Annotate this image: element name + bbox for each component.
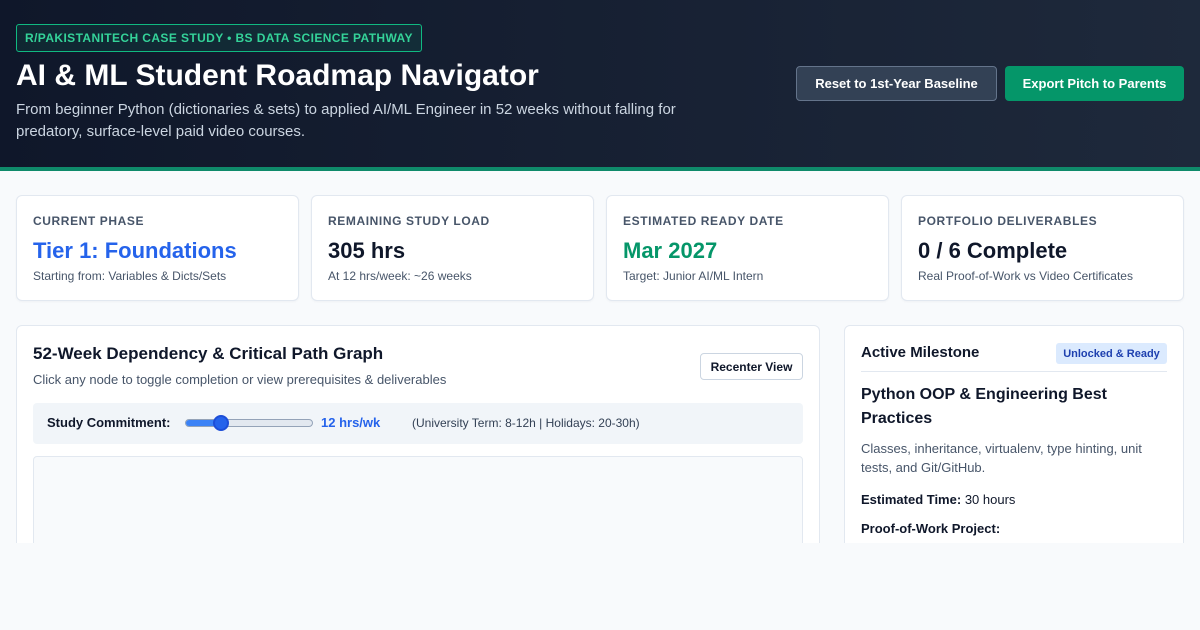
milestone-title: Python OOP & Engineering Best Practices bbox=[861, 386, 1107, 427]
stat-label: CURRENT PHASE bbox=[33, 214, 145, 228]
stat-card-ready-date: ESTIMATED READY DATE Mar 2027 Target: Ju… bbox=[606, 195, 889, 301]
graph-hint: Click any node to toggle completion or v… bbox=[33, 372, 447, 387]
milestone-estimated-time: Estimated Time: 30 hours bbox=[861, 492, 1015, 507]
milestone-description: Classes, inheritance, virtualenv, type h… bbox=[861, 441, 1142, 475]
export-pitch-button[interactable]: Export Pitch to Parents bbox=[1005, 66, 1184, 101]
stat-note: Real Proof-of-Work vs Video Certificates bbox=[918, 269, 1133, 283]
reset-baseline-button[interactable]: Reset to 1st-Year Baseline bbox=[796, 66, 997, 101]
stat-value: Tier 1: Foundations bbox=[33, 238, 237, 263]
study-commitment-label: Study Commitment: bbox=[47, 415, 171, 430]
recenter-view-button[interactable]: Recenter View bbox=[700, 353, 803, 380]
stat-card-current-phase: CURRENT PHASE Tier 1: Foundations Starti… bbox=[16, 195, 299, 301]
stat-label: PORTFOLIO DELIVERABLES bbox=[918, 214, 1098, 228]
stat-label: ESTIMATED READY DATE bbox=[623, 214, 784, 228]
page-header: R/PAKISTANITECH CASE STUDY • BS DATA SCI… bbox=[0, 0, 1200, 171]
graph-title: 52-Week Dependency & Critical Path Graph bbox=[33, 344, 384, 363]
study-commitment-slider[interactable] bbox=[185, 415, 313, 431]
stat-card-study-load: REMAINING STUDY LOAD 305 hrs At 12 hrs/w… bbox=[311, 195, 594, 301]
study-commitment-value: 12 hrs/wk bbox=[321, 415, 381, 430]
milestone-heading: Active Milestone bbox=[861, 344, 980, 361]
stat-note: At 12 hrs/week: ~26 weeks bbox=[328, 269, 472, 283]
stat-value: 0 / 6 Complete bbox=[918, 238, 1068, 263]
stat-label: REMAINING STUDY LOAD bbox=[328, 214, 490, 228]
study-commitment-bar: Study Commitment: 12 hrs/wk (University … bbox=[33, 403, 803, 444]
estimated-time-label: Estimated Time: bbox=[861, 492, 962, 507]
stat-value: Mar 2027 bbox=[623, 238, 718, 263]
proof-of-work-label: Proof-of-Work Project: bbox=[861, 521, 1001, 536]
page-background bbox=[0, 543, 1200, 630]
page-title: AI & ML Student Roadmap Navigator bbox=[16, 59, 539, 92]
stat-card-portfolio: PORTFOLIO DELIVERABLES 0 / 6 Complete Re… bbox=[901, 195, 1184, 301]
stat-note: Starting from: Variables & Dicts/Sets bbox=[33, 269, 227, 283]
page-subtitle: From beginner Python (dictionaries & set… bbox=[16, 101, 676, 140]
study-commitment-note: (University Term: 8-12h | Holidays: 20-3… bbox=[412, 416, 640, 430]
slider-thumb[interactable] bbox=[213, 415, 230, 431]
stat-note: Target: Junior AI/ML Intern bbox=[623, 269, 764, 283]
divider bbox=[861, 371, 1167, 372]
estimated-time-value: 30 hours bbox=[964, 492, 1016, 507]
stat-value: 305 hrs bbox=[328, 238, 406, 263]
milestone-status-badge: Unlocked & Ready bbox=[1056, 343, 1167, 364]
case-study-badge: R/PAKISTANITECH CASE STUDY • BS DATA SCI… bbox=[16, 24, 422, 52]
